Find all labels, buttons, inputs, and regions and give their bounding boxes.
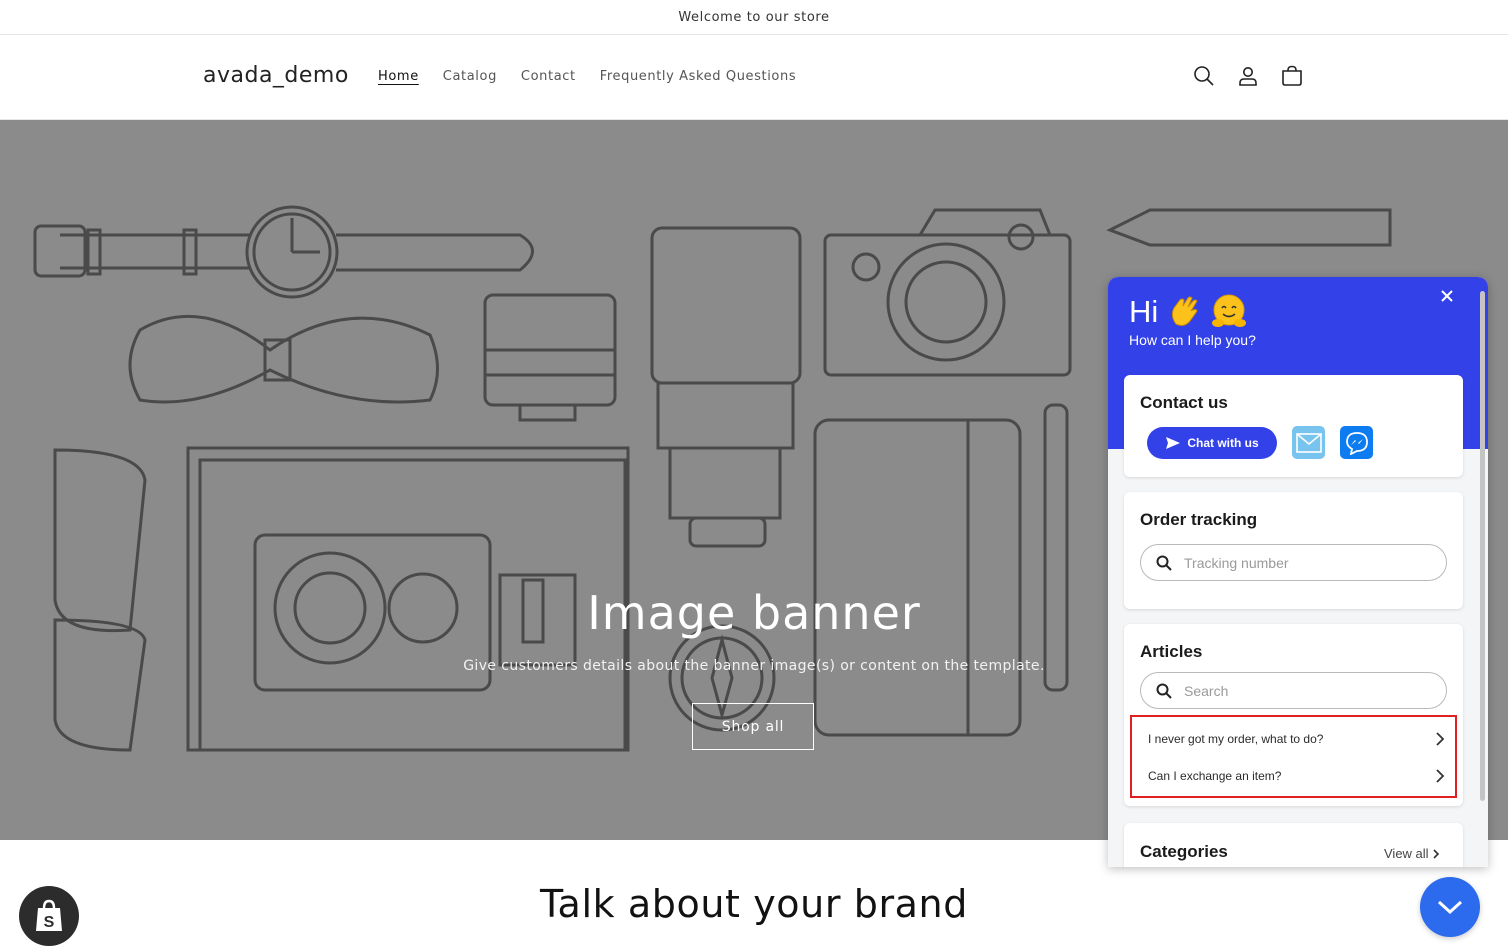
account-icon[interactable] bbox=[1236, 64, 1260, 88]
chat-button-label: Chat with us bbox=[1187, 436, 1259, 450]
brand-heading: Talk about your brand bbox=[540, 882, 968, 926]
waving-hand-icon bbox=[1172, 296, 1198, 326]
search-icon bbox=[1156, 683, 1172, 699]
articles-search-box bbox=[1140, 672, 1447, 709]
view-all-link[interactable]: View all bbox=[1384, 846, 1440, 861]
widget-toggle-button[interactable] bbox=[1420, 877, 1480, 937]
categories-card: Categories View all bbox=[1124, 823, 1463, 867]
site-header: avada_demo Home Catalog Contact Frequent… bbox=[0, 35, 1508, 120]
chevron-right-icon bbox=[1432, 848, 1439, 859]
articles-list: I never got my order, what to do? Can I … bbox=[1130, 715, 1457, 798]
shopify-badge[interactable]: S bbox=[19, 886, 79, 946]
view-all-label: View all bbox=[1384, 846, 1429, 861]
chat-with-us-button[interactable]: Chat with us bbox=[1147, 427, 1277, 459]
messenger-button[interactable] bbox=[1340, 426, 1373, 459]
store-logo[interactable]: avada_demo bbox=[203, 63, 349, 88]
help-widget: Hi How can I help you? Contact us Chat w… bbox=[1108, 277, 1488, 867]
svg-text:S: S bbox=[44, 914, 55, 931]
announcement-bar: Welcome to our store bbox=[0, 0, 1508, 35]
nav-home[interactable]: Home bbox=[378, 69, 419, 84]
article-item[interactable]: Can I exchange an item? bbox=[1132, 757, 1455, 794]
email-button[interactable] bbox=[1292, 426, 1325, 459]
hugging-face-icon bbox=[1212, 294, 1247, 327]
search-icon[interactable] bbox=[1192, 64, 1216, 88]
articles-title: Articles bbox=[1140, 642, 1203, 661]
article-item[interactable]: I never got my order, what to do? bbox=[1132, 720, 1455, 757]
search-icon bbox=[1156, 555, 1172, 571]
announcement-text: Welcome to our store bbox=[678, 9, 830, 25]
close-icon[interactable] bbox=[1438, 287, 1456, 305]
tracking-number-input[interactable] bbox=[1184, 554, 1424, 571]
mail-icon bbox=[1295, 432, 1322, 453]
contact-title: Contact us bbox=[1140, 393, 1228, 412]
cart-icon[interactable] bbox=[1280, 64, 1304, 88]
shop-all-button[interactable]: Shop all bbox=[692, 703, 814, 750]
contact-card: Contact us Chat with us bbox=[1124, 375, 1463, 477]
articles-card: Articles I never got my order, what to d… bbox=[1124, 624, 1463, 806]
chevron-down-icon bbox=[1437, 900, 1463, 915]
widget-subtitle: How can I help you? bbox=[1129, 332, 1256, 348]
articles-search-input[interactable] bbox=[1184, 682, 1424, 699]
send-icon bbox=[1166, 437, 1181, 449]
nav-faq[interactable]: Frequently Asked Questions bbox=[600, 69, 796, 84]
widget-scrollbar[interactable] bbox=[1480, 291, 1485, 801]
article-title: I never got my order, what to do? bbox=[1148, 731, 1324, 746]
chevron-right-icon bbox=[1436, 731, 1445, 746]
widget-greeting: Hi bbox=[1129, 293, 1248, 331]
order-tracking-title: Order tracking bbox=[1140, 510, 1258, 529]
messenger-icon bbox=[1345, 431, 1368, 455]
chevron-right-icon bbox=[1436, 768, 1445, 783]
categories-title: Categories bbox=[1140, 842, 1228, 861]
greeting-text: Hi bbox=[1129, 294, 1159, 329]
main-nav: Home Catalog Contact Frequently Asked Qu… bbox=[378, 69, 796, 84]
nav-contact[interactable]: Contact bbox=[521, 69, 576, 84]
header-icons bbox=[1192, 64, 1304, 88]
article-title: Can I exchange an item? bbox=[1148, 768, 1282, 783]
order-tracking-card: Order tracking bbox=[1124, 492, 1463, 609]
tracking-search-box bbox=[1140, 544, 1447, 581]
shopify-bag-icon: S bbox=[36, 899, 62, 931]
nav-catalog[interactable]: Catalog bbox=[443, 69, 497, 84]
